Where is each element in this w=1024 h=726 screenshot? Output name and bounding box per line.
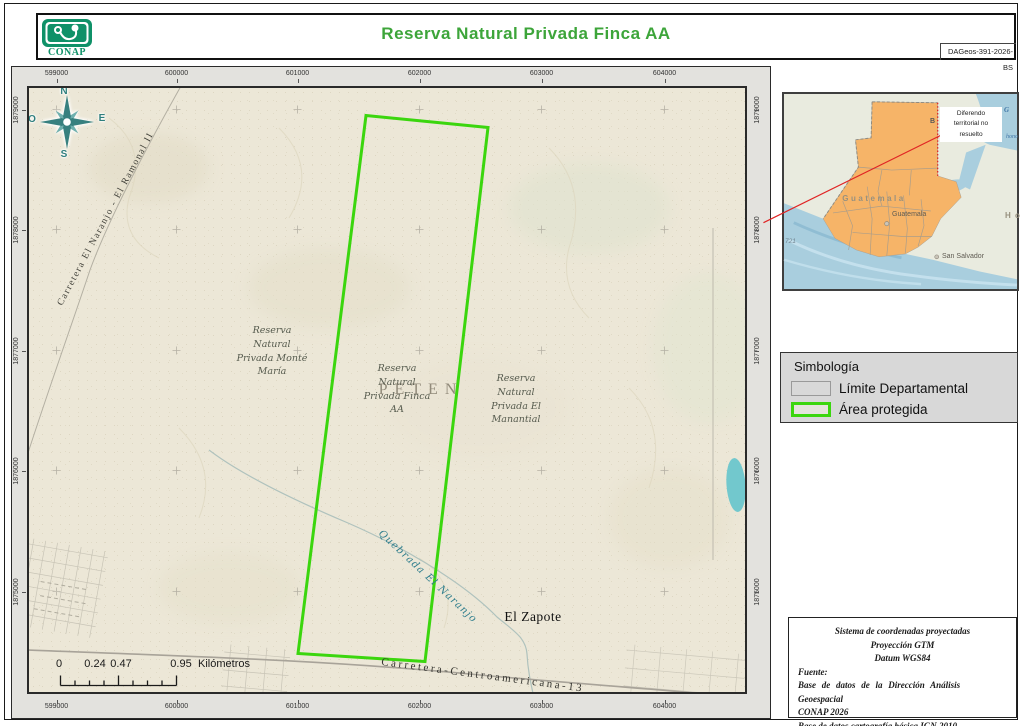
grid-tick (419, 79, 421, 83)
credits-source-line3: Base de datos cartografía básica IGN 201… (798, 720, 957, 726)
grid-x-label-bottom: 602000 (407, 703, 432, 710)
grid-x-label-top: 602000 (407, 70, 432, 77)
legend-label-protected-area: Área protegida (839, 402, 928, 417)
grid-x-label-top: 604000 (652, 70, 677, 77)
grid-x-label-top: 600000 (164, 70, 189, 77)
scalebar-label-095: 0.95 (170, 658, 192, 670)
sea-number-label: 721 (785, 238, 796, 245)
grid-tick (541, 700, 543, 704)
village-grid-east (623, 644, 745, 692)
compass-north-label: N (60, 86, 68, 97)
map-sheet: { "header": { "title": "Reserva Natural … (0, 0, 1024, 726)
village-grid-west (29, 538, 108, 638)
grid-tick (755, 229, 759, 231)
legend-label-departmental-limit: Límite Departamental (839, 381, 969, 396)
compass-west-label: O (28, 114, 36, 125)
legend-swatch-protected-area (791, 402, 831, 417)
road-south-label: Carretera-Centroamericana-13 (381, 656, 585, 694)
grid-x-label-top: 603000 (529, 70, 554, 77)
compass-rose-icon (40, 95, 94, 149)
scalebar-label-047: 0.47 (110, 658, 132, 670)
legend: Simbología Límite Departamental Área pro… (780, 352, 1018, 423)
guatemala-city-dot (884, 221, 890, 227)
pond (726, 458, 745, 512)
grid-x-label-bottom: 599000 (44, 703, 69, 710)
stream-label: Quebrada El Naranjo (376, 528, 479, 625)
grid-x-label-bottom: 600000 (164, 703, 189, 710)
honduras-sea-fragment-label: hono (1006, 134, 1018, 140)
grid-tick (664, 79, 666, 83)
grid-tick (56, 700, 58, 704)
page-title: Reserva Natural Privada Finca AA (381, 23, 671, 43)
legend-swatch-departmental-limit (791, 381, 831, 396)
grid-tick (22, 470, 26, 472)
grid-tick (22, 229, 26, 231)
conap-wordmark: CONAP (47, 47, 87, 58)
grid-x-label-top: 601000 (285, 70, 310, 77)
credits-projection-system: Sistema de coordenadas proyectadas (834, 626, 971, 636)
compass-south-label: S (60, 149, 68, 160)
credits-projection: Proyección GTM (870, 639, 935, 650)
grid-tick (22, 591, 26, 593)
document-code: DAGeos-391-2026-BS (940, 43, 1016, 72)
grid-tick (755, 470, 759, 472)
grid-tick (22, 109, 26, 111)
grid-x-label-bottom: 604000 (652, 703, 677, 710)
credits-source-line1: Base de datos de la Dirección Análisis G… (798, 680, 961, 704)
reserve-label-manantial: Reserva Natural Privada El Manantial (491, 373, 541, 426)
san-salvador-dot (934, 254, 939, 260)
grid-x-label-top: 599000 (44, 70, 69, 77)
credits-source-line2: CONAP 2026 (798, 707, 849, 717)
credits-datum: Datum WGS84 (874, 653, 931, 663)
map-canvas: Carretera El Naranjo - El Ramonal II Que… (27, 86, 747, 694)
reserve-label-monte-maria: Reserva Natural Privada Monté María (236, 325, 308, 378)
grid-tick (176, 700, 178, 704)
grid-x-label-bottom: 601000 (285, 703, 310, 710)
scalebar-label-024: 0.24 (84, 658, 106, 670)
grid-tick (297, 700, 299, 704)
title-bar: Reserva Natural Privada Finca AA DAGeos-… (36, 13, 1016, 72)
grid-tick (22, 350, 26, 352)
credits-box: Sistema de coordenadas proyectadas Proye… (788, 617, 1017, 726)
locator-inset-map: B Diferendo territorial no resuelto Guat… (763, 92, 1021, 291)
conap-logo-icon (42, 19, 92, 47)
grid-tick (664, 700, 666, 704)
san-salvador-label: San Salvador (942, 253, 985, 260)
territorial-note: Diferendo territorial no resuelto (940, 107, 1002, 143)
grid-tick (56, 79, 58, 83)
department-label: PETEN (378, 381, 464, 398)
grid-tick (755, 591, 759, 593)
honduras-partial-label: H o (1005, 211, 1021, 220)
grid-tick (541, 79, 543, 83)
grid-tick (419, 700, 421, 704)
compass-east-label: E (98, 113, 106, 124)
town-label: El Zapote (504, 609, 562, 624)
legend-title: Simbología (794, 359, 860, 374)
gulf-fragment-label: G (1004, 106, 1010, 114)
capital-city-label: Guatemala (892, 211, 927, 218)
belize-partial-label: B (930, 118, 936, 125)
country-label: Guatemala (842, 194, 906, 203)
grid-tick (297, 79, 299, 83)
grid-tick (755, 350, 759, 352)
grid-tick (755, 109, 759, 111)
map-frame: Carretera El Naranjo - El Ramonal II Que… (11, 66, 771, 719)
scalebar-label-0: 0 (55, 658, 63, 670)
scalebar-ticks (59, 675, 178, 687)
grid-x-label-bottom: 603000 (529, 703, 554, 710)
credits-source-heading: Fuente: (798, 666, 828, 677)
scalebar-unit-label: Kilómetros (198, 658, 250, 670)
grid-tick (176, 79, 178, 83)
